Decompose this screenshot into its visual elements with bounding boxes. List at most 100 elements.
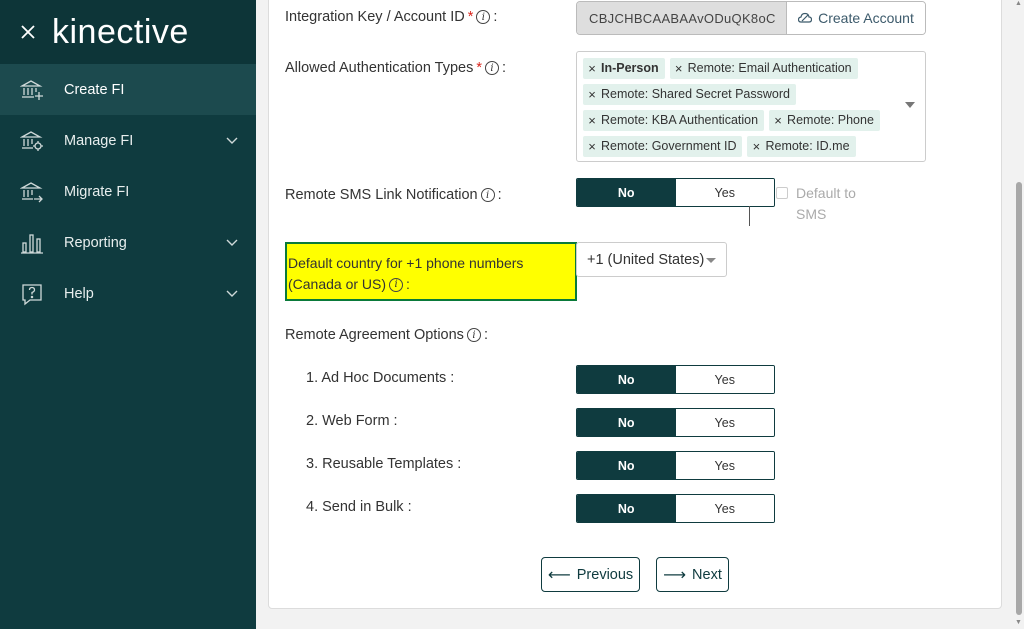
info-icon[interactable]: i <box>389 277 404 292</box>
sidebar: kinective Create FI Manage FI Migrate FI… <box>0 0 256 629</box>
info-icon[interactable]: i <box>476 10 491 24</box>
sms-link-yes[interactable]: Yes <box>675 179 774 206</box>
chevron-down-icon <box>226 234 238 252</box>
remove-tag-icon[interactable]: × <box>583 87 601 102</box>
ad-hoc-toggle: No Yes <box>576 365 775 394</box>
create-account-button[interactable]: Create Account <box>786 2 925 34</box>
colon: : <box>406 276 410 292</box>
label-text: Remote Agreement Options <box>285 327 464 343</box>
reusable-templates-yes[interactable]: Yes <box>675 452 774 479</box>
colon: : <box>493 9 498 25</box>
tag-in-person: × In-Person <box>583 57 665 79</box>
bank-gear-icon <box>20 129 44 153</box>
ad-hoc-no[interactable]: No <box>577 366 676 393</box>
sidebar-item-reporting[interactable]: Reporting <box>0 217 256 268</box>
remove-tag-icon[interactable]: × <box>583 113 601 128</box>
tag-label: Remote: Government ID <box>601 139 737 153</box>
required-marker: * <box>476 60 483 76</box>
chevron-down-icon <box>226 285 238 303</box>
integration-key-input[interactable]: CBJCHBCAABAAvODuQK8oC <box>577 2 786 34</box>
tag-row: × In-Person × Remote: Email Authentication <box>583 55 919 81</box>
web-form-toggle: No Yes <box>576 408 775 437</box>
default-country-value: +1 (United States) <box>587 251 705 268</box>
remove-tag-icon[interactable]: × <box>769 113 787 128</box>
remove-tag-icon[interactable]: × <box>583 61 601 76</box>
bar-chart-icon <box>20 231 44 255</box>
create-account-label: Create Account <box>818 10 914 26</box>
sidebar-item-migrate-fi[interactable]: Migrate FI <box>0 166 256 217</box>
tag-remote-phone: × Remote: Phone <box>769 109 880 131</box>
tag-remote-id-me: × Remote: ID.me <box>747 135 856 157</box>
default-to-sms-label: Default to SMS <box>796 185 856 222</box>
sidebar-item-label: Reporting <box>64 234 127 251</box>
sidebar-item-help[interactable]: Help <box>0 268 256 319</box>
agreement-option-label: 2. Web Form : <box>306 413 398 429</box>
close-icon[interactable] <box>0 0 56 64</box>
sidebar-header: kinective <box>0 0 256 64</box>
remove-tag-icon[interactable]: × <box>670 61 688 76</box>
remove-tag-icon[interactable]: × <box>583 139 601 154</box>
tag-remote-email: × Remote: Email Authentication <box>669 57 858 79</box>
label-line-2: (Canada or US) <box>288 276 387 292</box>
next-button[interactable]: ⟶ Next <box>656 557 729 592</box>
ad-hoc-yes[interactable]: Yes <box>675 366 774 393</box>
label-text: Allowed Authentication Types <box>285 60 474 76</box>
reusable-templates-toggle: No Yes <box>576 451 775 480</box>
agreement-options-label: Remote Agreement Options i : <box>285 327 488 343</box>
auth-types-multiselect[interactable]: × In-Person × Remote: Email Authentication… <box>576 51 926 162</box>
previous-button[interactable]: ⟵ Previous <box>541 557 640 592</box>
bank-arrow-icon <box>20 180 44 204</box>
colon: : <box>483 327 488 343</box>
sms-link-toggle: No Yes <box>576 178 775 207</box>
sidebar-item-label: Migrate FI <box>64 183 130 200</box>
tag-row: × Remote: Shared Secret Password <box>583 81 919 107</box>
tag-remote-shared-secret: × Remote: Shared Secret Password <box>583 83 796 105</box>
scroll-up-icon[interactable]: ▲ <box>1015 0 1022 7</box>
label-text: Integration Key / Account ID <box>285 9 465 25</box>
sidebar-item-create-fi[interactable]: Create FI <box>0 64 256 115</box>
agreement-option-label: 4. Send in Bulk : <box>306 499 412 515</box>
tag-row: × Remote: Government ID × Remote: ID.me <box>583 133 919 159</box>
send-in-bulk-yes[interactable]: Yes <box>675 495 774 522</box>
reusable-templates-no[interactable]: No <box>577 452 676 479</box>
info-icon[interactable]: i <box>485 61 500 75</box>
tag-label: Remote: Phone <box>787 113 874 127</box>
sms-link-no[interactable]: No <box>577 179 676 206</box>
dropdown-arrow-icon[interactable] <box>905 102 915 108</box>
sidebar-item-manage-fi[interactable]: Manage FI <box>0 115 256 166</box>
tag-label: Remote: ID.me <box>765 139 850 153</box>
arrow-right-icon: ⟶ <box>663 566 687 584</box>
previous-label: Previous <box>576 566 634 583</box>
label-text: Remote SMS Link Notification <box>285 187 478 203</box>
label-line-2-wrap: (Canada or US) i : <box>288 274 575 295</box>
info-icon[interactable]: i <box>480 188 495 202</box>
colon: : <box>502 60 507 76</box>
web-form-no[interactable]: No <box>577 409 676 436</box>
chevron-down-icon <box>706 258 716 263</box>
next-label: Next <box>692 566 722 583</box>
scroll-thumb[interactable] <box>1016 182 1022 615</box>
tag-label: In-Person <box>601 61 659 75</box>
chevron-down-icon <box>226 132 238 150</box>
scroll-down-icon[interactable]: ▼ <box>1015 619 1022 626</box>
default-to-sms-checkbox[interactable] <box>776 187 788 199</box>
logo: kinective <box>52 12 189 51</box>
integration-key-field: CBJCHBCAABAAvODuQK8oC Create Account <box>576 1 926 35</box>
cloud-link-icon <box>798 12 813 23</box>
tag-row: × Remote: KBA Authentication × Remote: Pho… <box>583 107 919 133</box>
colon: : <box>497 187 502 203</box>
tag-remote-kba: × Remote: KBA Authentication <box>583 109 765 131</box>
tag-label: Remote: KBA Authentication <box>601 113 759 127</box>
sms-link-label: Remote SMS Link Notification i : <box>285 187 502 203</box>
integration-key-label: Integration Key / Account ID * i : <box>285 9 497 25</box>
tag-label: Remote: Email Authentication <box>687 61 852 75</box>
web-form-yes[interactable]: Yes <box>675 409 774 436</box>
sidebar-item-label: Help <box>64 285 94 302</box>
send-in-bulk-no[interactable]: No <box>577 495 676 522</box>
send-in-bulk-toggle: No Yes <box>576 494 775 523</box>
default-country-select[interactable]: +1 (United States) <box>576 242 727 277</box>
info-icon[interactable]: i <box>466 328 481 342</box>
remove-tag-icon[interactable]: × <box>747 139 765 154</box>
scrollbar[interactable]: ▲ ▼ <box>1014 0 1024 629</box>
default-to-sms[interactable]: Default to SMS <box>776 183 866 225</box>
